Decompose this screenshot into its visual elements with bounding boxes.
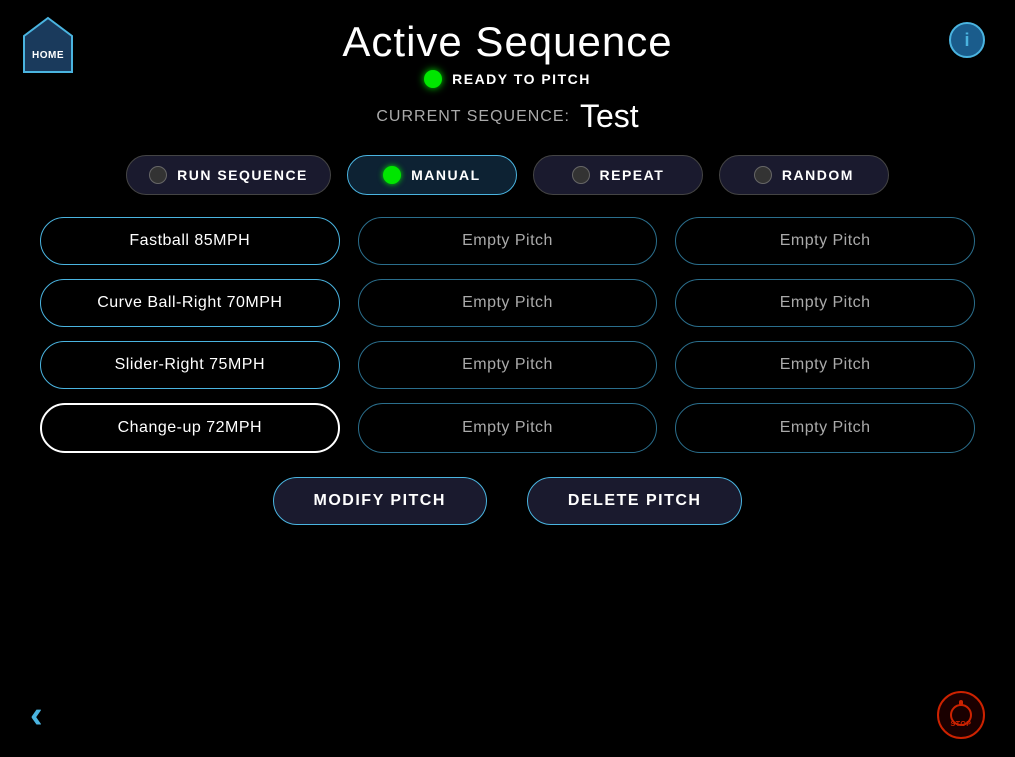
mode-label-repeat: REPEAT xyxy=(600,167,665,183)
mode-label-run-sequence: RUN SEQUENCE xyxy=(177,167,308,183)
delete-pitch-button[interactable]: DELETE PITCH xyxy=(527,477,743,525)
mode-random[interactable]: RANDOM xyxy=(719,155,889,195)
pitch-btn-r3-c2[interactable]: Empty Pitch xyxy=(675,403,975,453)
mode-buttons-row: RUN SEQUENCE MANUAL REPEAT RANDOM xyxy=(0,155,1015,195)
mode-label-random: RANDOM xyxy=(782,167,854,183)
mode-dot-random xyxy=(754,166,772,184)
current-sequence-value: Test xyxy=(580,98,639,135)
mode-dot-repeat xyxy=(572,166,590,184)
back-button[interactable]: ‹ xyxy=(30,696,43,734)
pitch-btn-r2-c2[interactable]: Empty Pitch xyxy=(675,341,975,389)
pitch-btn-r2-c1[interactable]: Empty Pitch xyxy=(358,341,658,389)
modify-pitch-button[interactable]: MODIFY PITCH xyxy=(273,477,487,525)
pitch-btn-r0-c2[interactable]: Empty Pitch xyxy=(675,217,975,265)
mode-manual[interactable]: MANUAL xyxy=(347,155,517,195)
header: Active Sequence i xyxy=(0,0,1015,70)
mode-repeat[interactable]: REPEAT xyxy=(533,155,703,195)
current-sequence-row: CURRENT SEQUENCE: Test xyxy=(0,98,1015,135)
pitch-btn-r0-c0[interactable]: Fastball 85MPH xyxy=(40,217,340,265)
pitch-btn-r0-c1[interactable]: Empty Pitch xyxy=(358,217,658,265)
ready-status-dot xyxy=(424,70,442,88)
footer-nav: ‹ STOP xyxy=(0,691,1015,739)
stop-button[interactable]: STOP xyxy=(937,691,985,739)
pitch-btn-r3-c1[interactable]: Empty Pitch xyxy=(358,403,658,453)
pitch-grid: Fastball 85MPH Empty Pitch Empty Pitch Curv… xyxy=(0,217,1015,453)
status-row: READY TO PITCH xyxy=(0,70,1015,88)
info-button[interactable]: i xyxy=(949,22,985,58)
mode-dot-manual xyxy=(383,166,401,184)
page-title: Active Sequence xyxy=(342,18,672,66)
pitch-btn-r3-c0[interactable]: Change-up 72MPH xyxy=(40,403,340,453)
mode-label-manual: MANUAL xyxy=(411,167,481,183)
pitch-btn-r1-c1[interactable]: Empty Pitch xyxy=(358,279,658,327)
stop-label: STOP xyxy=(951,721,972,728)
pitch-btn-r1-c2[interactable]: Empty Pitch xyxy=(675,279,975,327)
pitch-btn-r2-c0[interactable]: Slider-Right 75MPH xyxy=(40,341,340,389)
status-text: READY TO PITCH xyxy=(452,71,591,87)
mode-dot-run-sequence xyxy=(149,166,167,184)
mode-run-sequence[interactable]: RUN SEQUENCE xyxy=(126,155,331,195)
pitch-btn-r1-c0[interactable]: Curve Ball-Right 70MPH xyxy=(40,279,340,327)
action-buttons-row: MODIFY PITCH DELETE PITCH xyxy=(0,477,1015,525)
info-icon: i xyxy=(964,30,969,51)
current-sequence-label: CURRENT SEQUENCE: xyxy=(376,108,570,126)
